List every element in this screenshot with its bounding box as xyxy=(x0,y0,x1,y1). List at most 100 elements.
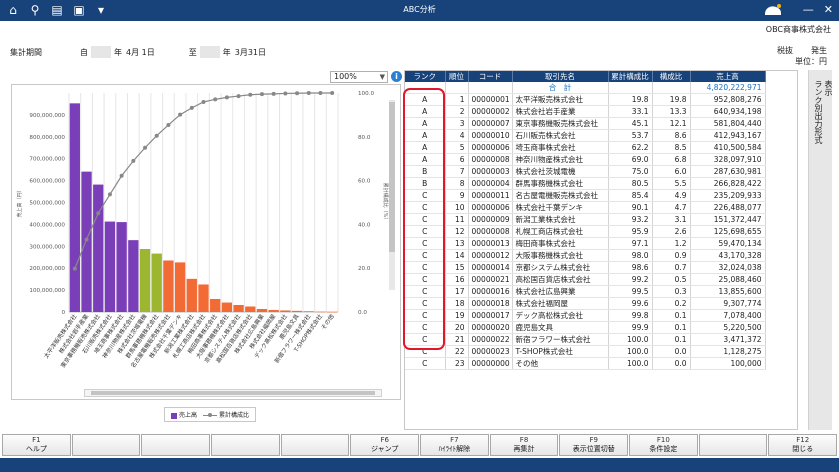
fkey-empty-2[interactable] xyxy=(141,434,211,456)
table-cell: 23 xyxy=(445,357,469,370)
column-header[interactable]: 売上高 xyxy=(690,71,766,82)
window-controls: — ✕ xyxy=(803,3,833,16)
rank-cell: C xyxy=(405,309,446,322)
table-cell: 33.1 xyxy=(608,105,653,118)
column-header[interactable]: ランク xyxy=(405,71,446,82)
table-cell: 95.9 xyxy=(608,225,653,238)
company-name: OBC商事株式会社 xyxy=(765,25,831,34)
table-row[interactable]: A 6 00000008 神奈川物産株式会社 69.0 6.8 328,097,910 xyxy=(405,153,766,166)
table-row[interactable]: C 18 00000018 株式会社福岡屋 99.6 0.2 9,307,774 xyxy=(405,297,766,310)
info-icon[interactable]: i xyxy=(391,71,402,82)
fkey-f8[interactable]: F8 再集計 xyxy=(489,434,559,456)
column-header[interactable]: コード xyxy=(468,71,513,82)
fkey-f7[interactable]: F7 ﾊｲﾗｲﾄ解除 xyxy=(420,434,489,456)
fkey-f6[interactable]: F6 ジャンプ xyxy=(350,434,420,456)
cumulative-point xyxy=(96,211,101,216)
column-header[interactable]: 取引先名 xyxy=(512,71,609,82)
horizontal-scrollbar[interactable] xyxy=(84,389,382,397)
table-row[interactable]: C 21 00000022 新宿フラワー株式会社 100.0 0.1 3,471,372 xyxy=(405,333,766,346)
table-row[interactable]: C 11 00000009 新潟工業株式会社 93.2 3.1 151,372,447 xyxy=(405,213,766,226)
function-key-bar: F1 ヘルプ F6 ジャンプ F7 ﾊｲﾗｲﾄ解除 F8 再集計 F9 表示位置切替 F10 条件設… xyxy=(2,434,838,457)
table-row[interactable]: A 1 00000001 太平洋販売株式会社 19.8 19.8 952,808,276 xyxy=(405,93,766,106)
fkey-empty-1[interactable] xyxy=(71,434,141,456)
table-row[interactable]: B 7 00000003 株式会社茨城電機 75.0 6.0 287,630,981 xyxy=(405,165,766,178)
table-row[interactable]: A 2 00000002 株式会社岩手産業 33.1 13.3 640,934,198 xyxy=(405,105,766,118)
fkey-f12[interactable]: F12 閉じる xyxy=(768,434,838,456)
table-cell: 99.8 xyxy=(608,309,653,322)
table-row[interactable]: C 15 00000014 京都システム株式会社 98.6 0.7 32,024,038 xyxy=(405,261,766,274)
y2-tick-label: 60.0 xyxy=(358,179,371,185)
pareto-chart: 0 100,000,000 200,000,000 300,000,000 400,00… xyxy=(16,91,389,369)
table-row[interactable]: A 5 00000006 埼玉商事株式会社 62.2 8.5 410,500,584 xyxy=(405,141,766,154)
table-row[interactable]: A 3 00000007 東京事務機販売株式会社 45.1 12.1 581,804,440 xyxy=(405,117,766,130)
scroll-thumb[interactable] xyxy=(389,102,395,252)
table-cell: デック高松株式会社 xyxy=(512,309,609,322)
fkey-f1[interactable]: F1 ヘルプ xyxy=(2,434,71,456)
table-cell: 69.0 xyxy=(608,153,653,166)
table-row[interactable]: C 12 00000008 札幌工商店株式会社 95.9 2.6 125,698,655 xyxy=(405,225,766,238)
table-cell: 11 xyxy=(445,213,469,226)
table-cell: 埼玉商事株式会社 xyxy=(512,141,609,154)
fkey-number xyxy=(212,436,279,445)
table-cell: 0.1 xyxy=(652,321,691,334)
scroll-thumb[interactable] xyxy=(91,391,375,395)
column-header[interactable]: 順位 xyxy=(445,71,469,82)
rank-cell: C xyxy=(405,213,446,226)
table-cell: 0.0 xyxy=(652,357,691,370)
fkey-f10[interactable]: F10 条件設定 xyxy=(629,434,698,456)
table-row[interactable]: A 4 00000010 石川販売株式会社 53.7 8.6 412,943,167 xyxy=(405,129,766,142)
table-cell: 15 xyxy=(445,261,469,274)
column-header[interactable]: 累計構成比 xyxy=(608,71,653,82)
table-cell: 18 xyxy=(445,297,469,310)
fkey-label: 条件設定 xyxy=(649,445,678,453)
app-logo-icon xyxy=(765,4,781,15)
table-row[interactable]: C 14 00000012 大阪事務機株式会社 98.0 0.9 43,170,328 xyxy=(405,249,766,262)
display-settings: 税抜 発生 単位：円 xyxy=(759,45,827,67)
table-cell: 株式会社広島興業 xyxy=(512,285,609,298)
minimize-icon[interactable]: — xyxy=(803,3,814,16)
table-cell: 10 xyxy=(445,201,469,214)
table-row[interactable]: C 17 00000016 株式会社広島興業 99.5 0.3 13,855,600 xyxy=(405,285,766,298)
table-row[interactable]: C 20 00000020 鹿児島文具 99.9 0.1 5,220,500 xyxy=(405,321,766,334)
side-tab-display[interactable]: 表示 xyxy=(823,80,834,96)
side-tab[interactable]: ランク別出力形式 表示 xyxy=(808,70,834,430)
table-cell: 412,943,167 xyxy=(690,129,766,142)
fkey-empty-4[interactable] xyxy=(280,434,350,456)
table-cell: 640,934,198 xyxy=(690,105,766,118)
fkey-empty-10[interactable] xyxy=(698,434,768,456)
table-cell: 328,097,910 xyxy=(690,153,766,166)
table-row[interactable]: B 8 00000004 群馬事務機株式会社 80.5 5.5 266,828,422 xyxy=(405,177,766,190)
y2-axis-label: 累計構成比（%） xyxy=(382,183,389,223)
table-row[interactable]: C 22 00000023 T-SHOP株式会社 100.0 0.0 1,128,275 xyxy=(405,345,766,358)
close-icon[interactable]: ✕ xyxy=(824,3,833,16)
cumulative-point xyxy=(201,99,206,104)
column-header[interactable]: 構成比 xyxy=(652,71,691,82)
from-year-box xyxy=(91,46,111,58)
period-to: 至 年 3月31日 xyxy=(189,46,266,58)
from-date: 4月 1日 xyxy=(126,47,155,57)
table-row[interactable]: C 23 00000000 その他 100.0 0.0 100,000 xyxy=(405,357,766,370)
fkey-f9[interactable]: F9 表示位置切替 xyxy=(559,434,629,456)
table-cell: 100.0 xyxy=(608,345,653,358)
cumulative-point xyxy=(318,91,323,95)
table-cell: 1 xyxy=(445,93,469,106)
table-cell: 00000021 xyxy=(468,273,513,286)
table-row[interactable]: C 19 00000017 デック高松株式会社 99.8 0.1 7,078,400 xyxy=(405,309,766,322)
rank-cell: C xyxy=(405,189,446,202)
zoom-value: 100% xyxy=(334,72,357,81)
bar xyxy=(280,310,291,312)
table-cell: 00000008 xyxy=(468,225,513,238)
abc-table: ランク 順位 コード 取引先名 累計構成比 構成比 売上高 合 計 4,820,222,971… xyxy=(404,70,798,430)
table-row[interactable]: C 10 00000006 株式会社千葉デンキ 90.1 4.7 226,488,077 xyxy=(405,201,766,214)
cumulative-point xyxy=(259,92,264,97)
table-cell: 00000017 xyxy=(468,309,513,322)
cumulative-point xyxy=(119,173,124,178)
table-row[interactable]: C 9 00000011 名古屋電機販売株式会社 85.4 4.9 235,209,933 xyxy=(405,189,766,202)
chart-panel: 0 100,000,000 200,000,000 300,000,000 400,00… xyxy=(11,84,401,400)
table-row[interactable]: C 13 00000013 梅田商事株式会社 97.1 1.2 59,470,134 xyxy=(405,237,766,250)
vertical-scrollbar[interactable] xyxy=(389,100,395,290)
fkey-empty-3[interactable] xyxy=(211,434,280,456)
zoom-select[interactable]: 100% ▼ xyxy=(330,71,388,83)
fkey-number: F1 xyxy=(32,436,41,444)
table-row[interactable]: C 16 00000021 高松国百貨店株式会社 99.2 0.5 25,088,460 xyxy=(405,273,766,286)
